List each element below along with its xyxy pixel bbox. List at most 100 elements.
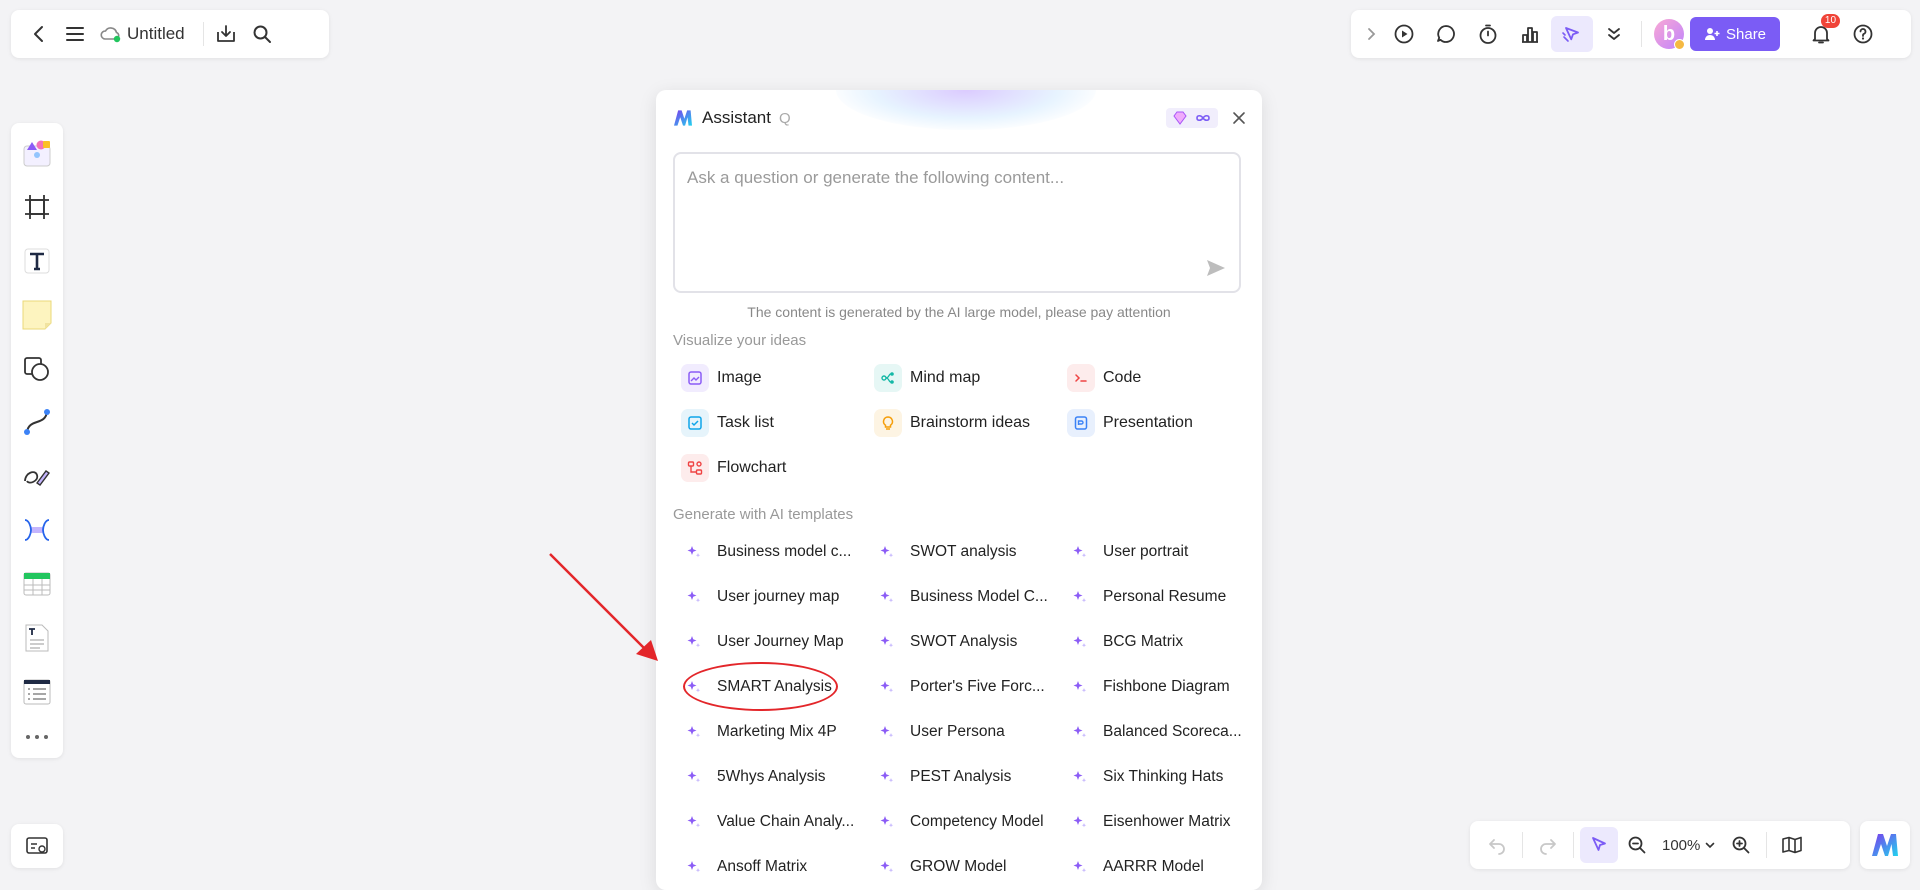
close-button[interactable] <box>1232 111 1246 125</box>
table-icon <box>23 572 51 596</box>
download-button[interactable] <box>208 16 244 52</box>
template-item[interactable]: BCG Matrix <box>1059 619 1252 664</box>
timer-button[interactable] <box>1467 16 1509 52</box>
template-item[interactable]: Ansoff Matrix <box>673 844 866 889</box>
template-item[interactable]: User Persona <box>866 709 1059 754</box>
visualize-item-label: Task list <box>717 413 774 431</box>
template-item-label: AARRR Model <box>1103 857 1204 875</box>
template-item[interactable]: User journey map <box>673 574 866 619</box>
share-label: Share <box>1726 25 1767 43</box>
task-list-icon <box>681 408 709 437</box>
visualize-item-image[interactable]: Image <box>673 355 866 400</box>
help-button[interactable] <box>1842 16 1884 52</box>
pen-icon <box>24 470 51 487</box>
template-item[interactable]: Balanced Scoreca... <box>1059 709 1252 754</box>
template-item-label: Business model c... <box>717 542 852 560</box>
comment-button[interactable] <box>1425 16 1467 52</box>
template-item[interactable]: GROW Model <box>866 844 1059 889</box>
template-item[interactable]: Marketing Mix 4P <box>673 709 866 754</box>
present-button[interactable] <box>1383 16 1425 52</box>
share-button[interactable]: Share <box>1690 17 1781 51</box>
visualize-item-flowchart[interactable]: Flowchart <box>673 445 866 490</box>
template-item-label: Balanced Scoreca... <box>1103 722 1242 740</box>
vote-button[interactable] <box>1509 16 1551 52</box>
template-item[interactable]: User Journey Map <box>673 619 866 664</box>
visualize-item-code[interactable]: Code <box>1059 355 1252 400</box>
zoom-level-dropdown[interactable]: 100% <box>1662 837 1716 854</box>
visualize-item-label: Code <box>1103 368 1142 386</box>
redo-button[interactable] <box>1529 827 1567 863</box>
template-item[interactable]: User portrait <box>1059 529 1252 574</box>
credits-toggle[interactable] <box>1166 108 1218 128</box>
template-item-label: SWOT analysis <box>910 542 1017 560</box>
template-item[interactable]: AARRR Model <box>1059 844 1252 889</box>
sparkle-icon <box>687 770 703 784</box>
list-tool[interactable] <box>15 668 59 716</box>
visualize-item-brainstorm-ideas[interactable]: Brainstorm ideas <box>866 400 1059 445</box>
template-item[interactable]: SMART Analysis <box>673 664 866 709</box>
back-button[interactable] <box>21 16 57 52</box>
visualize-item-task-list[interactable]: Task list <box>673 400 866 445</box>
shape-tool[interactable] <box>15 345 59 393</box>
template-item[interactable]: Personal Resume <box>1059 574 1252 619</box>
template-item-label: User journey map <box>717 587 840 605</box>
follow-cursor-button[interactable] <box>1551 16 1593 52</box>
search-button[interactable] <box>244 16 280 52</box>
sparkle-icon <box>687 725 703 739</box>
visualize-section-title: Visualize your ideas <box>673 332 807 349</box>
add-user-icon <box>1705 28 1720 40</box>
minimap-button[interactable] <box>25 835 49 857</box>
template-item[interactable]: SWOT analysis <box>866 529 1059 574</box>
undo-button[interactable] <box>1478 827 1516 863</box>
template-item[interactable]: Porter's Five Forc... <box>866 664 1059 709</box>
visualize-grid: Image Mind map Code Task list Brainstorm ide… <box>673 355 1253 490</box>
expand-toolbar-button[interactable] <box>1359 16 1383 52</box>
visualize-item-label: Image <box>717 368 762 386</box>
user-avatar[interactable]: b <box>1648 16 1690 52</box>
template-item[interactable]: Business Model C... <box>866 574 1059 619</box>
visualize-item-mind-map[interactable]: Mind map <box>866 355 1059 400</box>
template-item[interactable]: Fishbone Diagram <box>1059 664 1252 709</box>
ai-assistant-button[interactable] <box>1860 821 1910 869</box>
undo-icon <box>1489 839 1505 855</box>
sticky-note-tool[interactable] <box>15 291 59 339</box>
guide-button[interactable] <box>1773 827 1811 863</box>
more-tools-button[interactable] <box>15 722 59 752</box>
book-open-icon <box>1782 836 1803 854</box>
send-button[interactable] <box>1205 257 1227 279</box>
mindmap-tool[interactable] <box>15 506 59 554</box>
top-right-toolbar: b Share 10 <box>1351 10 1911 58</box>
frame-tool[interactable] <box>15 183 59 231</box>
menu-button[interactable] <box>57 16 93 52</box>
template-item[interactable]: SWOT Analysis <box>866 619 1059 664</box>
template-item[interactable]: Six Thinking Hats <box>1059 754 1252 799</box>
document-title[interactable]: Untitled <box>127 24 185 44</box>
visualize-item-label: Mind map <box>910 368 981 386</box>
template-item[interactable]: Eisenhower Matrix <box>1059 799 1252 844</box>
template-item-label: Marketing Mix 4P <box>717 722 837 740</box>
document-tool[interactable] <box>15 614 59 662</box>
prompt-input[interactable] <box>675 154 1239 291</box>
template-item[interactable]: Value Chain Analy... <box>673 799 866 844</box>
template-item-label: GROW Model <box>910 857 1007 875</box>
more-tools-button[interactable] <box>1593 16 1635 52</box>
sparkle-icon <box>1073 860 1089 874</box>
template-item[interactable]: Business model c... <box>673 529 866 574</box>
zoom-in-button[interactable] <box>1722 827 1760 863</box>
template-item-label: Business Model C... <box>910 587 1048 605</box>
podium-icon <box>1522 27 1538 43</box>
zoom-out-button[interactable] <box>1618 827 1656 863</box>
comment-icon <box>1437 25 1455 43</box>
connector-tool[interactable] <box>15 399 59 447</box>
notifications-button[interactable]: 10 <box>1800 14 1842 52</box>
template-item[interactable]: Competency Model <box>866 799 1059 844</box>
text-tool[interactable] <box>15 237 59 285</box>
table-tool[interactable] <box>15 560 59 608</box>
select-tool-button[interactable] <box>1580 827 1618 863</box>
visualize-item-presentation[interactable]: Presentation <box>1059 400 1252 445</box>
template-item[interactable]: 5Whys Analysis <box>673 754 866 799</box>
template-item[interactable]: PEST Analysis <box>866 754 1059 799</box>
templates-tool[interactable] <box>15 129 59 177</box>
pen-tool[interactable] <box>15 452 59 500</box>
chevron-left-icon <box>34 26 43 42</box>
